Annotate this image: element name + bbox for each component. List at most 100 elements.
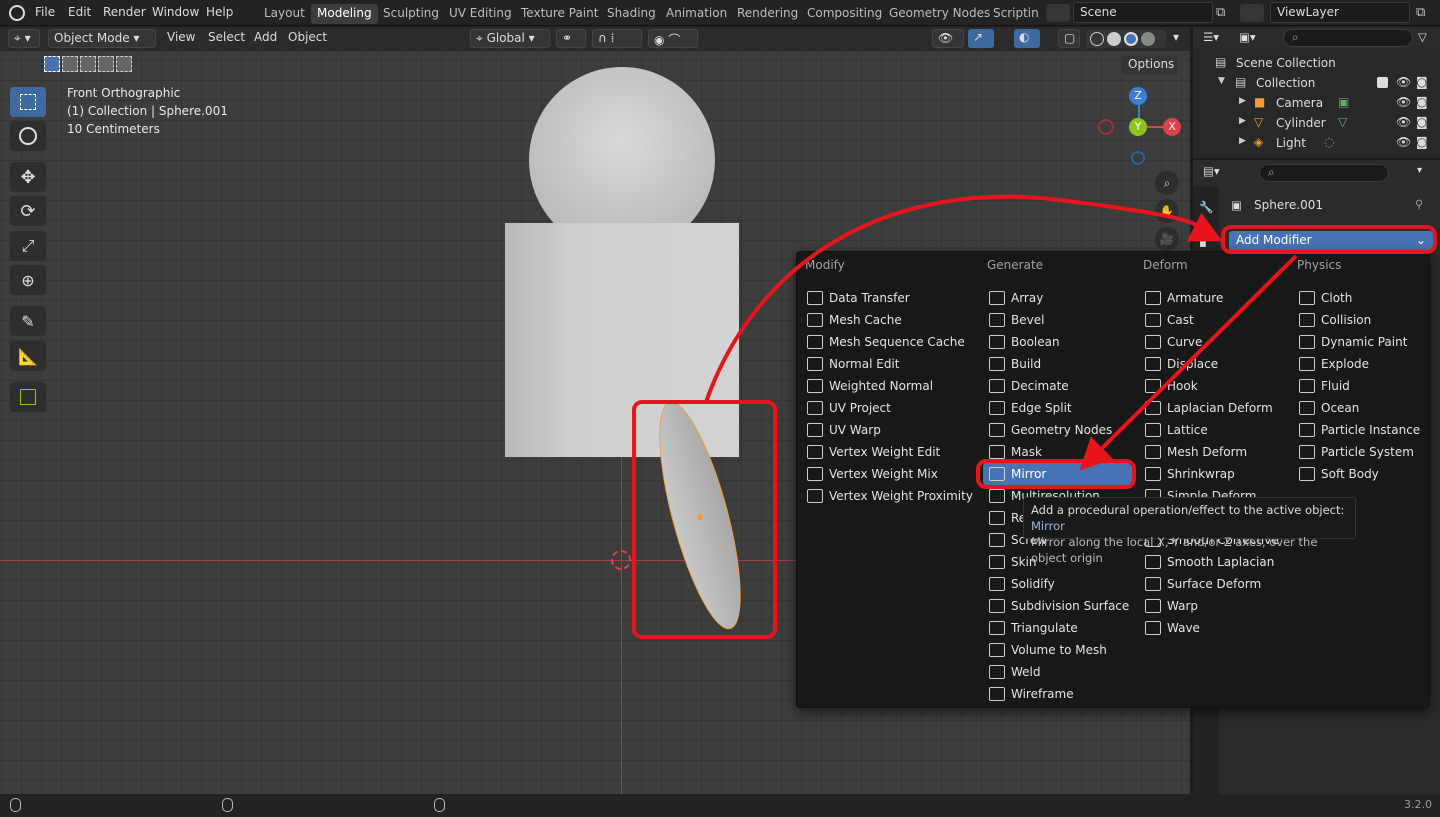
menu-add[interactable]: Add — [249, 29, 282, 48]
menu-item-ocean[interactable]: Ocean — [1299, 397, 1440, 419]
orientation-dropdown[interactable]: ⌖ Global ▾ — [470, 29, 550, 48]
menu-item-fluid[interactable]: Fluid — [1299, 375, 1440, 397]
xray-icon[interactable]: ▢ — [1058, 29, 1080, 48]
menu-item-data-transfer[interactable]: Data Transfer — [807, 287, 957, 309]
menu-help[interactable]: Help — [206, 5, 233, 19]
collection-render-icon[interactable]: ◙ — [1416, 75, 1428, 89]
menu-item-uv-project[interactable]: UV Project — [807, 397, 957, 419]
expand-cylinder-icon[interactable]: ▶ — [1239, 116, 1246, 126]
outliner-row-light[interactable]: ▶ ◈ Light ◌ 👁 ◙ — [1193, 133, 1440, 153]
menu-select[interactable]: Select — [203, 29, 250, 48]
pin-icon[interactable]: ⚲ — [1415, 197, 1423, 211]
viewlayer-selector-icon[interactable] — [1240, 4, 1264, 22]
menu-item-vertex-weight-edit[interactable]: Vertex Weight Edit — [807, 441, 957, 463]
tool-tab-icon[interactable]: 🔧 — [1199, 200, 1213, 214]
expand-light-icon[interactable]: ▶ — [1239, 136, 1246, 146]
properties-search-input[interactable]: ⌕ — [1259, 164, 1389, 182]
select-new-icon[interactable] — [44, 56, 60, 72]
menu-item-build[interactable]: Build — [989, 353, 1139, 375]
scene-field[interactable]: Scene — [1073, 2, 1213, 23]
outliner-editor-icon[interactable]: ☰▾ — [1203, 30, 1219, 44]
menu-item-explode[interactable]: Explode — [1299, 353, 1440, 375]
transform-tool[interactable]: ⊕ — [10, 265, 46, 295]
outliner-row-camera[interactable]: ▶ ■ Camera ▣ 👁 ◙ — [1193, 93, 1440, 113]
tab-geometry-nodes[interactable]: Geometry Nodes — [883, 4, 996, 24]
menu-item-cloth[interactable]: Cloth — [1299, 287, 1440, 309]
menu-item-subdivision-surface[interactable]: Subdivision Surface — [989, 595, 1139, 617]
collection-visibility-icon[interactable]: 👁 — [1396, 75, 1411, 89]
menu-item-solidify[interactable]: Solidify — [989, 573, 1139, 595]
tab-shading[interactable]: Shading — [601, 4, 662, 24]
menu-item-dynamic-paint[interactable]: Dynamic Paint — [1299, 331, 1440, 353]
menu-item-edge-split[interactable]: Edge Split — [989, 397, 1139, 419]
visibility-icon[interactable]: 👁 — [932, 29, 964, 48]
material-shading-icon[interactable] — [1124, 32, 1138, 46]
annotate-tool[interactable]: ✎ — [10, 306, 46, 336]
menu-item-mesh-deform[interactable]: Mesh Deform — [1145, 441, 1295, 463]
tab-rendering[interactable]: Rendering — [731, 4, 804, 24]
scale-tool[interactable]: ⤢ — [10, 231, 46, 261]
light-render-icon[interactable]: ◙ — [1416, 135, 1428, 149]
menu-item-laplacian-deform[interactable]: Laplacian Deform — [1145, 397, 1295, 419]
select-box-tool[interactable] — [10, 87, 46, 117]
mode-dropdown[interactable]: Object Mode ▾ — [48, 29, 156, 48]
tab-uv-editing[interactable]: UV Editing — [443, 4, 518, 24]
menu-item-cast[interactable]: Cast — [1145, 309, 1295, 331]
filter-icon[interactable]: ▽ — [1418, 30, 1427, 44]
tab-modeling[interactable]: Modeling — [311, 4, 378, 24]
expand-collection-icon[interactable]: ▼ — [1218, 76, 1225, 86]
scene-selector-icon[interactable] — [1046, 4, 1070, 22]
menu-view[interactable]: View — [162, 29, 200, 48]
blender-logo-icon[interactable] — [9, 5, 25, 21]
zoom-icon[interactable]: ⌕ — [1155, 171, 1179, 195]
menu-item-wave[interactable]: Wave — [1145, 617, 1295, 639]
properties-options-icon[interactable]: ▾ — [1417, 165, 1422, 176]
menu-edit[interactable]: Edit — [68, 5, 91, 19]
tab-texture-paint[interactable]: Texture Paint — [515, 4, 604, 24]
pan-hand-icon[interactable]: ✋ — [1155, 199, 1179, 223]
cylinder-render-icon[interactable]: ◙ — [1416, 115, 1428, 129]
proportional-edit-icon[interactable]: ◉ ⌒ — [648, 29, 698, 48]
snap-icon[interactable]: ∩ ⁞ — [592, 29, 642, 48]
tab-sculpting[interactable]: Sculpting — [377, 4, 445, 24]
wireframe-shading-icon[interactable] — [1090, 32, 1104, 46]
camera-render-icon[interactable]: ◙ — [1416, 95, 1428, 109]
menu-item-particle-system[interactable]: Particle System — [1299, 441, 1440, 463]
cylinder-visibility-icon[interactable]: 👁 — [1396, 115, 1411, 129]
menu-item-surface-deform[interactable]: Surface Deform — [1145, 573, 1295, 595]
select-extend-icon[interactable] — [62, 56, 78, 72]
display-mode-icon[interactable]: ▣▾ — [1239, 30, 1256, 44]
outliner-row-cylinder[interactable]: ▶ ▽ Cylinder ▽ 👁 ◙ — [1193, 113, 1440, 133]
menu-item-vertex-weight-mix[interactable]: Vertex Weight Mix — [807, 463, 957, 485]
select-intersect-icon[interactable] — [116, 56, 132, 72]
tab-compositing[interactable]: Compositing — [801, 4, 888, 24]
solid-shading-icon[interactable] — [1107, 32, 1121, 46]
menu-item-displace[interactable]: Displace — [1145, 353, 1295, 375]
gizmo-neg-z-icon[interactable] — [1131, 151, 1145, 165]
menu-item-hook[interactable]: Hook — [1145, 375, 1295, 397]
rendered-shading-icon[interactable] — [1141, 32, 1155, 46]
menu-item-shrinkwrap[interactable]: Shrinkwrap — [1145, 463, 1295, 485]
menu-item-collision[interactable]: Collision — [1299, 309, 1440, 331]
menu-item-uv-warp[interactable]: UV Warp — [807, 419, 957, 441]
menu-item-decimate[interactable]: Decimate — [989, 375, 1139, 397]
outliner-search-input[interactable]: ⌕ — [1283, 29, 1413, 47]
menu-item-triangulate[interactable]: Triangulate — [989, 617, 1139, 639]
gizmo-toggle-icon[interactable]: ↗ — [968, 29, 994, 48]
menu-item-soft-body[interactable]: Soft Body — [1299, 463, 1440, 485]
pivot-icon[interactable]: ⚭ — [556, 29, 586, 48]
select-difference-icon[interactable] — [98, 56, 114, 72]
close-viewlayer-icon[interactable]: ⧉ — [1416, 5, 1425, 20]
menu-item-curve[interactable]: Curve — [1145, 331, 1295, 353]
menu-item-particle-instance[interactable]: Particle Instance — [1299, 419, 1440, 441]
render-tab-icon[interactable]: ▪ — [1199, 236, 1207, 250]
menu-item-weld[interactable]: Weld — [989, 661, 1139, 683]
camera-visibility-icon[interactable]: 👁 — [1396, 95, 1411, 109]
menu-item-boolean[interactable]: Boolean — [989, 331, 1139, 353]
menu-item-geometry-nodes[interactable]: Geometry Nodes — [989, 419, 1139, 441]
tab-layout[interactable]: Layout — [258, 4, 311, 24]
menu-object[interactable]: Object — [283, 29, 332, 48]
close-scene-icon[interactable]: ⧉ — [1216, 5, 1225, 20]
select-subtract-icon[interactable] — [80, 56, 96, 72]
menu-item-normal-edit[interactable]: Normal Edit — [807, 353, 957, 375]
